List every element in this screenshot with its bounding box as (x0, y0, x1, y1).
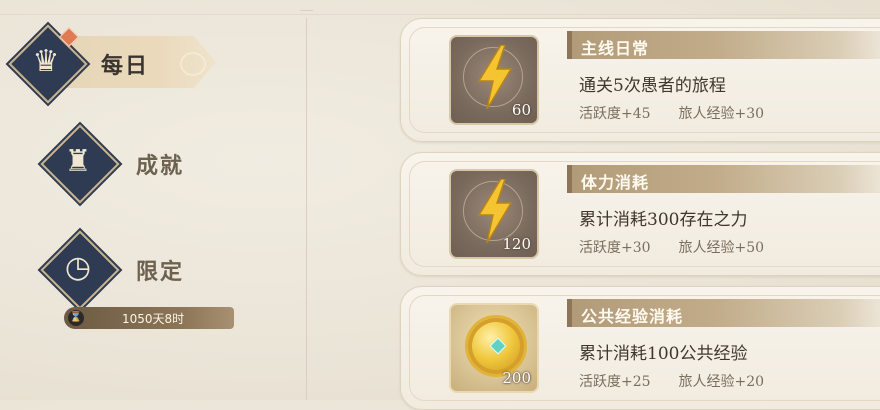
quest-rewards: 活跃度+30 旅人经验+50 (579, 237, 764, 257)
tab-achievements[interactable]: ♜ 成就 (40, 124, 204, 204)
quest-description: 通关5次愚者的旅程 (579, 76, 726, 96)
quest-rewards: 活跃度+25 旅人经验+20 (579, 371, 764, 391)
activity-reward: 活跃度+25 (579, 374, 651, 390)
lightning-icon (477, 45, 513, 109)
quest-category: 主线日常 (581, 39, 650, 58)
quest-card[interactable]: 200 公共经验消耗 累计消耗100公共经验 活跃度+25 旅人经验+20 (400, 286, 880, 410)
tab-daily-label: 每日 (101, 53, 150, 79)
quest-category-tag: 公共经验消耗 (567, 299, 880, 327)
activity-reward: 活跃度+30 (579, 240, 651, 256)
quest-item-thumbnail: 200 (449, 303, 539, 393)
tab-limited[interactable]: ◷ 限定 (40, 230, 204, 310)
gold-coin-icon (465, 315, 527, 377)
exp-reward: 旅人经验+20 (678, 374, 765, 390)
divider-ornament (300, 10, 313, 11)
quest-category: 公共经验消耗 (581, 307, 684, 326)
quest-category-tag: 体力消耗 (567, 165, 880, 193)
item-quantity: 120 (502, 235, 531, 253)
quest-rewards: 活跃度+45 旅人经验+30 (579, 103, 764, 123)
clock-icon: ◷ (64, 250, 92, 285)
hourglass-icon: ⌛ (68, 310, 84, 326)
timer-text: 1050天8时 (122, 312, 185, 326)
tab-limited-label: 限定 (136, 259, 185, 285)
coin-gem (489, 337, 507, 355)
tab-daily[interactable]: ♛ 每日 (8, 24, 218, 104)
quest-card[interactable]: 120 体力消耗 累计消耗300存在之力 活跃度+30 旅人经验+50 (400, 152, 880, 276)
quest-item-thumbnail: 60 (449, 35, 539, 125)
quest-card[interactable]: 60 主线日常 通关5次愚者的旅程 活跃度+45 旅人经验+30 (400, 18, 880, 142)
quest-description: 累计消耗100公共经验 (579, 344, 748, 364)
item-quantity: 200 (502, 369, 531, 387)
quest-category-tag: 主线日常 (567, 31, 880, 59)
quest-description: 累计消耗300存在之力 (579, 210, 748, 230)
sidebar-divider (306, 18, 307, 400)
exp-reward: 旅人经验+50 (678, 240, 765, 256)
quest-category: 体力消耗 (581, 173, 650, 192)
tab-achievements-label: 成就 (136, 153, 185, 179)
limited-timer: ⌛ 1050天8时 (64, 307, 234, 329)
quest-item-thumbnail: 120 (449, 169, 539, 259)
exp-reward: 旅人经验+30 (678, 106, 765, 122)
lightning-icon (477, 179, 513, 243)
top-border-line (0, 14, 880, 15)
item-quantity: 60 (511, 101, 531, 119)
trophy-icon: ♜ (64, 144, 92, 179)
activity-reward: 活跃度+45 (579, 106, 651, 122)
